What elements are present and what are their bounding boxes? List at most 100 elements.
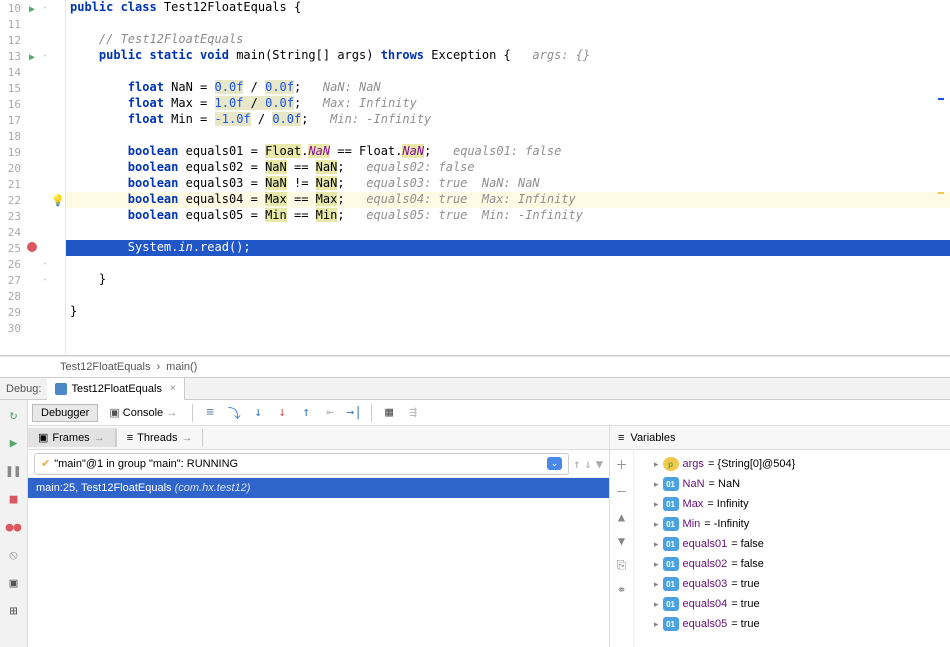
line-number[interactable]: 24 [0, 226, 25, 239]
breadcrumb[interactable]: Test12FloatEquals › main() [0, 356, 950, 378]
code-area[interactable]: public class Test12FloatEquals { // Test… [66, 0, 950, 355]
breakpoint-icon[interactable] [27, 242, 37, 252]
frames-tab[interactable]: ▣Frames → [28, 428, 116, 447]
code-line[interactable]: } [66, 304, 950, 320]
line-number[interactable]: 23 [0, 210, 25, 223]
code-line[interactable]: float Max = 1.0f / 0.0f; Max: Infinity [66, 96, 950, 112]
line-number[interactable]: 10 [0, 2, 25, 15]
code-line[interactable]: public static void main(String[] args) t… [66, 48, 950, 64]
run-gutter-icon[interactable]: ▶ [29, 4, 35, 15]
code-line[interactable]: boolean equals04 = Max == Max; equals04:… [66, 192, 950, 208]
code-line[interactable]: boolean equals05 = Min == Min; equals05:… [66, 208, 950, 224]
force-step-into-icon[interactable]: ↓ [271, 402, 293, 424]
next-frame-icon[interactable]: ↓ [585, 457, 592, 471]
variable-row[interactable]: ▸01 equals03 = true [634, 574, 950, 594]
console-tab[interactable]: ▣ Console → [100, 403, 186, 422]
code-line[interactable]: boolean equals02 = NaN == NaN; equals02:… [66, 160, 950, 176]
up-icon[interactable]: ▲ [618, 510, 625, 524]
line-number[interactable]: 13 [0, 50, 25, 63]
dropdown-icon[interactable]: ⌄ [547, 457, 563, 470]
run-gutter-icon[interactable]: ▶ [29, 52, 35, 63]
step-out-icon[interactable]: ↑ [295, 402, 317, 424]
line-number[interactable]: 16 [0, 98, 25, 111]
code-line[interactable]: public class Test12FloatEquals { [66, 0, 950, 16]
line-number[interactable]: 14 [0, 66, 25, 79]
filter-icon[interactable]: ▼ [596, 457, 603, 471]
breadcrumb-sep: › [157, 361, 161, 373]
threads-tab[interactable]: ≡Threads → [116, 429, 204, 447]
stop-button[interactable]: ■ [5, 490, 23, 508]
evaluate-icon[interactable]: ▦ [378, 402, 400, 424]
stack-frame-row[interactable]: main:25, Test12FloatEquals (com.hx.test1… [28, 478, 609, 498]
code-line[interactable] [66, 256, 950, 272]
variable-row[interactable]: ▸01 Min = -Infinity [634, 514, 950, 534]
fold-icon[interactable]: - [39, 3, 51, 13]
line-number[interactable]: 20 [0, 162, 25, 175]
code-line[interactable] [66, 224, 950, 240]
code-line[interactable]: // Test12FloatEquals [66, 32, 950, 48]
code-line[interactable]: boolean equals01 = Float.NaN == Float.Na… [66, 144, 950, 160]
show-exec-point-icon[interactable]: ≡ [199, 402, 221, 424]
line-number[interactable]: 22 [0, 194, 25, 207]
step-into-icon[interactable]: ↓ [247, 402, 269, 424]
variable-row[interactable]: ▸01 Max = Infinity [634, 494, 950, 514]
thread-selector[interactable]: ✔ "main"@1 in group "main": RUNNING ⌄ [34, 453, 569, 475]
breadcrumb-method[interactable]: main() [166, 361, 197, 373]
variable-row[interactable]: ▸p args = {String[0]@504} [634, 454, 950, 474]
line-number[interactable]: 19 [0, 146, 25, 159]
line-number[interactable]: 11 [0, 18, 25, 31]
variable-row[interactable]: ▸01 equals02 = false [634, 554, 950, 574]
code-line[interactable] [66, 128, 950, 144]
code-line[interactable]: float NaN = 0.0f / 0.0f; NaN: NaN [66, 80, 950, 96]
close-icon[interactable]: × [170, 383, 176, 394]
code-line[interactable]: float Min = -1.0f / 0.0f; Min: -Infinity [66, 112, 950, 128]
settings-icon[interactable]: ⊞ [5, 602, 23, 620]
run-to-cursor-icon[interactable]: →| [343, 402, 365, 424]
code-line[interactable] [66, 320, 950, 336]
down-icon[interactable]: ▼ [618, 534, 625, 548]
mute-breakpoints-button[interactable]: ⦸ [5, 546, 23, 564]
variables-list[interactable]: ▸p args = {String[0]@504}▸01 NaN = NaN▸0… [634, 450, 950, 647]
remove-watch-icon[interactable]: － [615, 483, 627, 500]
code-line[interactable]: } [66, 272, 950, 288]
line-number[interactable]: 29 [0, 306, 25, 319]
rerun-button[interactable]: ↻ [5, 406, 23, 424]
line-number[interactable]: 26 [0, 258, 25, 271]
fold-icon[interactable]: - [39, 259, 51, 269]
camera-icon[interactable]: ▣ [5, 574, 23, 592]
code-line[interactable]: System.in.read(); [66, 240, 950, 256]
line-number[interactable]: 17 [0, 114, 25, 127]
resume-button[interactable]: ▶ [5, 434, 23, 452]
pause-button[interactable]: ❚❚ [5, 462, 23, 480]
line-number[interactable]: 21 [0, 178, 25, 191]
copy-icon[interactable]: ⎘ [617, 558, 627, 573]
debugger-tab[interactable]: Debugger [32, 404, 98, 422]
prev-frame-icon[interactable]: ↑ [573, 457, 580, 471]
intention-bulb-icon[interactable]: 💡 [51, 194, 65, 207]
variable-row[interactable]: ▸01 NaN = NaN [634, 474, 950, 494]
variable-row[interactable]: ▸01 equals04 = true [634, 594, 950, 614]
view-breakpoints-button[interactable]: ●● [5, 518, 23, 536]
drop-frame-icon[interactable]: ⇤ [319, 402, 341, 424]
line-number[interactable]: 12 [0, 34, 25, 47]
new-watch-icon[interactable]: ＋ [615, 456, 627, 473]
trace-icon[interactable]: ⇶ [402, 402, 424, 424]
line-number[interactable]: 28 [0, 290, 25, 303]
code-line[interactable] [66, 16, 950, 32]
debug-config-tab[interactable]: Test12FloatEquals × [47, 378, 184, 400]
line-number[interactable]: 18 [0, 130, 25, 143]
code-line[interactable] [66, 288, 950, 304]
line-number[interactable]: 30 [0, 322, 25, 335]
line-number[interactable]: 15 [0, 82, 25, 95]
line-number[interactable]: 27 [0, 274, 25, 287]
link-icon[interactable]: ⚭ [616, 583, 626, 597]
step-over-icon[interactable]: ⤵ [223, 402, 245, 424]
fold-icon[interactable]: - [39, 51, 51, 61]
variable-row[interactable]: ▸01 equals05 = true [634, 614, 950, 634]
code-line[interactable] [66, 64, 950, 80]
line-number[interactable]: 25 [0, 242, 25, 255]
variable-row[interactable]: ▸01 equals01 = false [634, 534, 950, 554]
breadcrumb-class[interactable]: Test12FloatEquals [60, 361, 151, 373]
fold-icon[interactable]: - [39, 275, 51, 285]
code-line[interactable]: boolean equals03 = NaN != NaN; equals03:… [66, 176, 950, 192]
